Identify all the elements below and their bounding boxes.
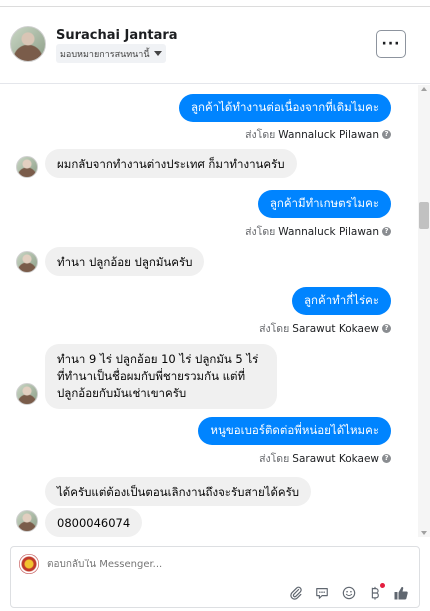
contact-avatar-small [16, 251, 38, 273]
incoming-message[interactable]: ทำนา ปลูกอ้อย ปลูกมันครับ [45, 247, 205, 276]
window-top-border [0, 6, 430, 7]
incoming-message[interactable]: ทำนา 9 ไร่ ปลูกอ้อย 10 ไร่ ปลูกมัน 5 ไร่… [45, 344, 277, 409]
help-icon[interactable]: ? [382, 324, 391, 333]
sent-by-prefix: ส่งโดย [245, 129, 276, 141]
message-text: ทำนา ปลูกอ้อย ปลูกมันครับ [57, 255, 193, 269]
contact-avatar[interactable] [10, 26, 46, 62]
assign-conversation-label: มอบหมายการสนทนานี้ [60, 49, 150, 60]
contact-name[interactable]: Surachai Jantara [56, 28, 178, 43]
sent-by-info: ส่งโดย Sarawut Kokaew ? [259, 320, 391, 337]
outgoing-message[interactable]: ลูกค้าได้ทำงานต่อเนื่องจากที่เดิมไมคะ [178, 94, 391, 122]
message-text: ลูกค้าทำกี่ไร่คะ [304, 293, 379, 307]
sent-by-prefix: ส่งโดย [245, 226, 276, 238]
scroll-down-arrow-icon[interactable] [421, 531, 427, 535]
sent-by-prefix: ส่งโดย [259, 323, 290, 335]
saved-reply-icon[interactable] [314, 585, 330, 601]
more-options-button[interactable]: ··· [376, 30, 406, 58]
sent-by-prefix: ส่งโดย [259, 453, 290, 465]
sent-by-info: ส่งโดย Sarawut Kokaew ? [259, 450, 391, 467]
contact-avatar-small [16, 383, 38, 405]
contact-avatar-small [16, 510, 38, 532]
agent-name: Sarawut Kokaew [292, 322, 379, 335]
message-text: ลูกค้ามีทำเกษตรไมคะ [269, 196, 379, 210]
sent-by-info: ส่งโดย Wannaluck Pilawan ? [245, 223, 391, 240]
incoming-message[interactable]: ได้ครับแต่ต้องเป็นตอนเลิกงานถึงจะรับสายไ… [45, 477, 312, 506]
message-text: ผมกลับจากทำงานต่างประเทศ ก็มาทำงานครับ [57, 157, 285, 171]
assign-conversation-button[interactable]: มอบหมายการสนทนานี้ [56, 44, 166, 63]
agent-name: Wannaluck Pilawan [278, 225, 379, 238]
help-icon[interactable]: ? [382, 130, 391, 139]
help-icon[interactable]: ? [382, 227, 391, 236]
message-thread: ลูกค้าได้ทำงานต่อเนื่องจากที่เดิมไมคะ ส่… [0, 85, 418, 537]
chat-scrollbar[interactable] [418, 85, 430, 537]
outgoing-message[interactable]: ลูกค้ามีทำเกษตรไมคะ [257, 190, 391, 218]
incoming-message[interactable]: 0800046074 [45, 508, 143, 537]
emoji-icon[interactable] [341, 585, 357, 601]
message-text: หนูขอเบอร์ติดต่อพี่หน่อยได้ไหมคะ [210, 423, 379, 437]
help-icon[interactable]: ? [382, 454, 391, 463]
agent-name: Wannaluck Pilawan [278, 128, 379, 141]
message-text: ได้ครับแต่ต้องเป็นตอนเลิกงานถึงจะรับสายไ… [57, 485, 300, 499]
message-text: ลูกค้าได้ทำงานต่อเนื่องจากที่เดิมไมคะ [190, 100, 379, 114]
agent-name: Sarawut Kokaew [292, 452, 379, 465]
outgoing-message[interactable]: หนูขอเบอร์ติดต่อพี่หน่อยได้ไหมคะ [198, 417, 391, 445]
message-text: ทำนา 9 ไร่ ปลูกอ้อย 10 ไร่ ปลูกมัน 5 ไร่… [57, 352, 259, 400]
more-icon: ··· [381, 36, 401, 52]
incoming-message[interactable]: ผมกลับจากทำงานต่างประเทศ ก็มาทำงานครับ [45, 149, 297, 178]
page-avatar [19, 554, 39, 574]
like-icon[interactable] [393, 585, 409, 601]
chevron-down-icon [153, 51, 162, 56]
attach-icon[interactable] [288, 585, 304, 601]
scroll-up-arrow-icon[interactable] [421, 87, 427, 91]
contact-avatar-small [16, 156, 38, 178]
sent-by-info: ส่งโดย Wannaluck Pilawan ? [245, 126, 391, 143]
payment-icon[interactable] [367, 583, 385, 601]
notification-dot [380, 583, 385, 588]
scroll-thumb[interactable] [419, 202, 429, 229]
conversation-header: Surachai Jantara มอบหมายการสนทนานี้ ··· [0, 8, 430, 84]
reply-input[interactable] [47, 559, 347, 570]
reply-composer [10, 546, 420, 608]
outgoing-message[interactable]: ลูกค้าทำกี่ไร่คะ [292, 287, 391, 315]
message-text: 0800046074 [57, 516, 131, 530]
